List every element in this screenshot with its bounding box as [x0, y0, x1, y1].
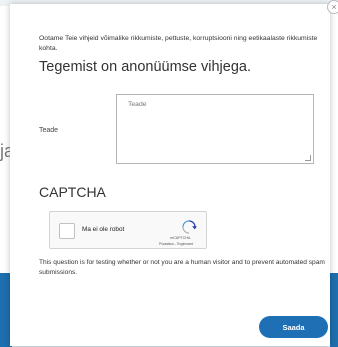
recaptcha-terms-link[interactable]: Privaatsus - Tingimused [159, 242, 193, 246]
resize-handle-icon[interactable] [305, 155, 311, 161]
recaptcha-label: Ma ei ole robot [82, 226, 125, 233]
recaptcha-brand: reCAPTCHA [170, 236, 191, 240]
recaptcha-widget: Ma ei ole robot reCAPTCHA Privaatsus - T… [49, 211, 207, 249]
message-label: Teade [39, 127, 59, 134]
intro-text: Ootame Teie vihjeid võimalike rikkumiste… [39, 35, 318, 52]
background-strip-accent-right [330, 273, 338, 347]
recaptcha-logo-icon [182, 220, 197, 234]
message-placeholder: Teade [128, 101, 147, 108]
close-icon[interactable]: × [327, 0, 338, 14]
captcha-explanation: This question is for testing whether or … [39, 259, 325, 276]
tip-modal: Ootame Teie vihjeid võimalike rikkumiste… [10, 4, 330, 346]
captcha-title: CAPTCHA [39, 184, 106, 200]
submit-button[interactable]: Saada [259, 316, 328, 338]
recaptcha-checkbox[interactable] [59, 223, 75, 239]
message-textarea[interactable]: Teade [116, 94, 314, 164]
modal-heading: Tegemist on anonüümse vihjega. [39, 59, 251, 75]
